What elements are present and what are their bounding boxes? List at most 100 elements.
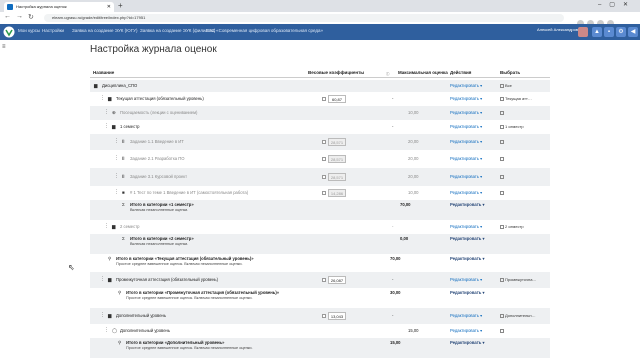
weight-override-checkbox[interactable]	[322, 278, 326, 282]
weight-override-checkbox[interactable]	[322, 191, 326, 195]
weight-input[interactable]: 13,043	[328, 312, 346, 320]
drag-handle-icon[interactable]: ⋮	[104, 223, 109, 229]
bell-icon[interactable]: ▲	[592, 27, 602, 37]
drag-handle-icon[interactable]: ⋮	[100, 312, 105, 318]
drag-handle-icon[interactable]: ⋮	[104, 123, 109, 129]
weight-override-checkbox[interactable]	[322, 140, 326, 144]
weight-override-checkbox[interactable]	[322, 97, 326, 101]
grade-item-name[interactable]: 2 семестр	[120, 224, 139, 229]
nav-my-courses[interactable]: Мои курсы	[18, 28, 40, 33]
window-controls[interactable]: –▢✕	[598, 1, 636, 8]
weight-input[interactable]: 28,571	[328, 155, 346, 163]
new-tab-icon[interactable]: +	[118, 1, 123, 10]
drag-handle-icon[interactable]: ⋮	[114, 138, 119, 144]
grade-item-name[interactable]: Промежуточная аттестация (обязательный у…	[116, 277, 218, 282]
back-icon[interactable]: ←	[4, 13, 11, 20]
drawer-toggle-icon[interactable]: ◀	[628, 27, 638, 37]
grade-item-name[interactable]: Текущая аттестация (обязательный уровень…	[116, 96, 204, 101]
edit-dropdown[interactable]: Редактировать ▾	[450, 202, 485, 207]
grade-item-name[interactable]: Итого в категории «Дополнительный уровен…	[126, 340, 224, 345]
drag-handle-icon[interactable]: ⋮	[114, 155, 119, 161]
edit-dropdown[interactable]: Редактировать ▾	[450, 340, 485, 345]
chat-icon[interactable]: ▪	[604, 27, 614, 37]
edit-dropdown[interactable]: Редактировать ▾	[450, 277, 482, 282]
select-checkbox[interactable]: Все	[500, 83, 512, 88]
select-checkbox[interactable]	[500, 328, 505, 333]
nav-request-branches[interactable]: Заявка на создание ЭУК (филиалы)	[140, 28, 215, 33]
edit-dropdown[interactable]: Редактировать ▾	[450, 83, 482, 88]
weight-input[interactable]: 26,087	[328, 276, 346, 284]
edit-dropdown[interactable]: Редактировать ▾	[450, 96, 482, 101]
grade-item-name[interactable]: Дополнительный уровень	[120, 328, 170, 333]
extension-icons[interactable]	[574, 14, 634, 27]
folder-icon: ▆	[108, 96, 112, 101]
drag-handle-icon[interactable]: ⋮	[100, 95, 105, 101]
weight-input[interactable]: 14,286	[328, 189, 346, 197]
edit-dropdown[interactable]: Редактировать ▾	[450, 190, 482, 195]
nav-drawer-icon[interactable]: ≡	[2, 44, 6, 50]
select-checkbox[interactable]: 1 семестр	[500, 124, 524, 129]
table-row: ⋮ ▆ 2 семестр - Редактировать ▾ 2 семестр	[90, 220, 550, 234]
edit-dropdown[interactable]: Редактировать ▾	[450, 328, 482, 333]
edit-dropdown[interactable]: Редактировать ▾	[450, 174, 482, 179]
select-checkbox[interactable]	[500, 174, 505, 179]
nav-request-yugu[interactable]: Заявка на создание ЭУК (ЮГУ)	[72, 28, 138, 33]
weight-input[interactable]: 28,571	[328, 138, 346, 146]
edit-dropdown[interactable]: Редактировать ▾	[450, 156, 482, 161]
max-grade-value: 10,00	[408, 110, 419, 115]
grade-item-name[interactable]: Задание 2.1 Разработка ПО	[130, 156, 185, 161]
browser-tab[interactable]: Настройка журнала оценок ✕	[4, 2, 114, 12]
select-checkbox[interactable]: 2 семестр	[500, 224, 524, 229]
select-checkbox[interactable]: Промежуточна…	[500, 277, 536, 282]
help-icon[interactable]: ⓘ	[386, 71, 389, 76]
select-checkbox[interactable]: Дополнительн…	[500, 313, 536, 318]
table-row: ⋮ ⊕ Посещаемость (лекции с оцениванием) 10,…	[90, 106, 550, 120]
weight-input[interactable]: 60,87	[328, 95, 346, 103]
select-checkbox[interactable]: Текущая атт…	[500, 96, 532, 101]
weight-override-checkbox[interactable]	[322, 314, 326, 318]
avatar[interactable]	[578, 27, 588, 37]
nav-gis-scos[interactable]: ГИС «Современная цифровая образовательна…	[206, 28, 323, 33]
select-checkbox[interactable]	[500, 156, 505, 161]
grade-item-name[interactable]: Дополнительный уровень	[116, 313, 166, 318]
weight-override-checkbox[interactable]	[322, 157, 326, 161]
edit-dropdown[interactable]: Редактировать ▾	[450, 290, 485, 295]
drag-handle-icon[interactable]: ⋮	[100, 276, 105, 282]
grade-item-name[interactable]: Задание 1.1 Введение в ИТ	[130, 139, 184, 144]
edit-dropdown[interactable]: Редактировать ▾	[450, 139, 482, 144]
forward-icon[interactable]: →	[16, 13, 23, 20]
grade-item-name[interactable]: Итого в категории «Текущая аттестация (о…	[116, 256, 254, 261]
select-checkbox[interactable]	[500, 139, 505, 144]
select-checkbox[interactable]	[500, 190, 505, 195]
edit-dropdown[interactable]: Редактировать ▾	[450, 224, 482, 229]
max-grade-value: 10,00	[408, 190, 419, 195]
select-checkbox[interactable]	[500, 110, 505, 115]
weight-override-checkbox[interactable]	[322, 175, 326, 179]
grade-item-name[interactable]: Задание 3.1 Курсовой проект	[130, 174, 187, 179]
grade-item-name[interactable]: Итого в категории «Промежуточная аттеста…	[126, 290, 279, 295]
drag-handle-icon[interactable]: ⋮	[104, 327, 109, 333]
edit-dropdown[interactable]: Редактировать ▾	[450, 256, 485, 261]
grade-item-name[interactable]: Дисциплина_СПО	[102, 83, 137, 88]
edit-dropdown[interactable]: Редактировать ▾	[450, 124, 482, 129]
grade-item-name[interactable]: Посещаемость (лекции с оцениванием)	[120, 110, 197, 115]
grade-item-name[interactable]: Итого в категории «2 семестр»	[130, 236, 194, 241]
nav-settings[interactable]: Настройки	[42, 28, 64, 33]
close-tab-icon[interactable]: ✕	[107, 2, 111, 12]
reload-icon[interactable]: ↻	[28, 13, 34, 21]
drag-handle-icon[interactable]: ⋮	[104, 109, 109, 115]
max-grade-value: 15,00	[408, 328, 419, 333]
weight-input[interactable]: 28,571	[328, 173, 346, 181]
user-name[interactable]: Алексей Александров	[537, 27, 578, 32]
edit-dropdown[interactable]: Редактировать ▾	[450, 236, 485, 241]
url-input[interactable]: elearn.ugrasu.ru/grade/edit/tree/index.p…	[44, 14, 564, 22]
gear-icon[interactable]: ⚙	[616, 27, 626, 37]
edit-dropdown[interactable]: Редактировать ▾	[450, 110, 482, 115]
drag-handle-icon[interactable]: ⋮	[114, 189, 119, 195]
grade-item-name[interactable]: # 1 Тест по теме 1 Введение в ИТ (самост…	[130, 190, 248, 195]
university-logo-icon[interactable]	[3, 26, 15, 38]
drag-handle-icon[interactable]: ⋮	[114, 173, 119, 179]
edit-dropdown[interactable]: Редактировать ▾	[450, 313, 482, 318]
grade-item-name[interactable]: Итого в категории «1 семестр»	[130, 202, 194, 207]
grade-item-name[interactable]: 1 семестр	[120, 124, 139, 129]
